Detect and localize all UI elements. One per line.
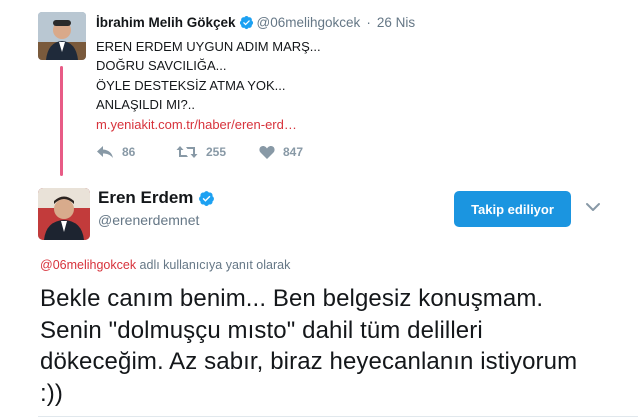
like-count: 847 [283, 145, 304, 159]
parent-author-handle[interactable]: @06melihgokcek [257, 15, 361, 30]
retweet-icon [176, 146, 198, 158]
parent-tweet[interactable]: İbrahim Melih Gökçek @06melihgokcek · 26… [0, 0, 641, 175]
reply-context-text: adlı kullanıcıya yanıt olarak [136, 258, 291, 272]
main-author-name[interactable]: Eren Erdem [98, 188, 193, 208]
main-author-name-row: Eren Erdem [98, 188, 215, 208]
chevron-down-icon[interactable] [585, 200, 601, 214]
main-author-handle[interactable]: @erenerdemnet [98, 212, 199, 228]
parent-avatar[interactable] [38, 12, 86, 60]
parent-tweet-header: İbrahim Melih Gökçek @06melihgokcek · 26… [96, 15, 415, 30]
verified-badge-icon [198, 190, 215, 207]
reply-action[interactable]: 86 [96, 145, 135, 159]
reply-context: @06melihgokcek adlı kullanıcıya yanıt ol… [40, 258, 290, 272]
parent-text-line: ANLAŞILDI MI?.. [96, 96, 195, 112]
reply-mention-link[interactable]: @06melihgokcek [40, 258, 136, 272]
parent-text-line: ÖYLE DESTEKSİZ ATMA YOK... [96, 77, 286, 93]
parent-tweet-link[interactable]: m.yeniakit.com.tr/haber/eren-erd… [96, 117, 297, 132]
retweet-action[interactable]: 255 [176, 145, 226, 159]
following-button[interactable]: Takip ediliyor [454, 191, 571, 227]
reply-icon [97, 146, 113, 158]
divider [38, 416, 638, 417]
parent-tweet-text: EREN ERDEM UYGUN ADIM MARŞ... DOĞRU SAVCI… [96, 37, 321, 114]
separator-dot: · [366, 15, 371, 30]
tweet-date[interactable]: 26 Nis [377, 15, 415, 30]
parent-text-line: DOĞRU SAVCILIĞA... [96, 58, 227, 74]
main-tweet-text: Bekle canım benim... Ben belgesiz konuşm… [40, 285, 578, 407]
verified-badge-icon [239, 15, 254, 30]
parent-author-name[interactable]: İbrahim Melih Gökçek [96, 15, 236, 30]
main-avatar[interactable] [38, 188, 90, 240]
heart-icon [259, 146, 275, 159]
parent-text-line: EREN ERDEM UYGUN ADIM MARŞ... [96, 39, 321, 54]
retweet-count: 255 [206, 145, 227, 159]
conversation-thread-line [60, 66, 63, 176]
reply-count: 86 [122, 145, 136, 159]
like-action[interactable]: 847 [259, 145, 303, 159]
